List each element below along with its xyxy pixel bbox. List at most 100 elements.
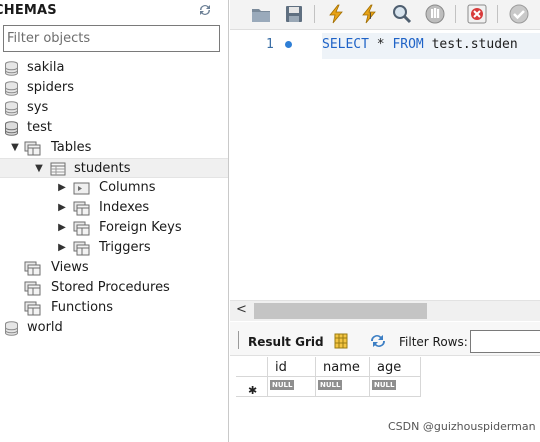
- schema-label: world: [27, 320, 63, 335]
- grid-header-row: id name age: [236, 357, 421, 377]
- tree-label: Triggers: [99, 240, 151, 255]
- collapsed-arrow-icon[interactable]: ▶: [57, 198, 67, 218]
- scroll-left-arrow-icon[interactable]: <: [236, 302, 247, 317]
- schema-item-world[interactable]: world: [0, 318, 228, 338]
- functions-folder-icon: [24, 301, 41, 316]
- schema-label: test: [27, 120, 52, 135]
- column-header-age[interactable]: age: [370, 357, 421, 377]
- null-badge: NULL: [318, 380, 343, 390]
- tree-label: students: [74, 161, 131, 176]
- tree-item-functions[interactable]: Functions: [0, 298, 228, 318]
- open-file-icon[interactable]: [250, 3, 272, 25]
- table-icon: [50, 162, 66, 176]
- tree-item-triggers[interactable]: ▶ Triggers: [0, 238, 228, 258]
- grid-cell-name[interactable]: NULL: [316, 377, 370, 397]
- commit-icon[interactable]: [508, 3, 530, 25]
- watermark: CSDN @guizhouspiderman: [388, 420, 536, 433]
- database-icon: [4, 81, 19, 96]
- column-header-name[interactable]: name: [316, 357, 370, 377]
- tree-item-foreign-keys[interactable]: ▶ Foreign Keys: [0, 218, 228, 238]
- statement-marker-icon: [285, 41, 292, 48]
- collapsed-arrow-icon[interactable]: ▶: [57, 238, 67, 258]
- database-icon: [4, 101, 19, 116]
- collapsed-arrow-icon[interactable]: ▶: [57, 178, 67, 198]
- tree-item-tables[interactable]: ▼ Tables: [0, 138, 228, 158]
- sql-keyword: FROM: [392, 37, 424, 52]
- filter-rows-input[interactable]: [470, 330, 540, 353]
- views-folder-icon: [24, 261, 41, 276]
- tree-item-columns[interactable]: ▶ Columns: [0, 178, 228, 198]
- current-line-highlight: SELECT * FROM test.studen: [322, 33, 540, 59]
- navigator-header: CHEMAS: [0, 0, 228, 22]
- column-header-id[interactable]: id: [268, 357, 316, 377]
- database-icon: [4, 121, 19, 136]
- tree-label: Columns: [99, 180, 156, 195]
- indexes-folder-icon: [73, 201, 90, 216]
- collapsed-arrow-icon[interactable]: ▶: [57, 218, 67, 238]
- save-icon[interactable]: [283, 3, 305, 25]
- refresh-schemas-icon[interactable]: [196, 2, 214, 18]
- toolbar-separator: [497, 5, 498, 23]
- grid-cell-age[interactable]: NULL: [370, 377, 421, 397]
- tree-item-students[interactable]: ▼ students: [0, 158, 228, 179]
- code-editor[interactable]: 1 SELECT * FROM test.studen: [230, 31, 540, 301]
- explain-icon[interactable]: [391, 3, 413, 25]
- database-icon: [4, 61, 19, 76]
- toolbar-separator: [314, 5, 315, 23]
- schema-label: spiders: [27, 80, 75, 95]
- schema-item-sakila[interactable]: sakila: [0, 58, 228, 78]
- schema-label: sys: [27, 100, 49, 115]
- sql-table-ref: test.studen: [423, 37, 518, 52]
- grid-view-icon[interactable]: [334, 333, 348, 349]
- tree-label: Views: [51, 260, 89, 275]
- tree-item-stored-procedures[interactable]: Stored Procedures: [0, 278, 228, 298]
- schema-label: sakila: [27, 60, 65, 75]
- null-badge: NULL: [270, 380, 295, 390]
- procedures-folder-icon: [24, 281, 41, 296]
- sql-editor-panel: I 1 SELECT * FROM test.studen < Result G…: [230, 0, 540, 442]
- row-indicator-header: [236, 357, 268, 377]
- refresh-results-icon[interactable]: [368, 333, 388, 349]
- triggers-folder-icon: [73, 241, 90, 256]
- schema-navigator: CHEMAS sakila spiders sys test ▼: [0, 0, 229, 442]
- foreign-keys-folder-icon: [73, 221, 90, 236]
- toolbar-separator: [455, 5, 456, 23]
- tree-label: Indexes: [99, 200, 150, 215]
- sql-keyword: SELECT: [322, 37, 369, 52]
- schema-item-sys[interactable]: sys: [0, 98, 228, 118]
- tables-folder-icon: [24, 141, 41, 156]
- result-toolbar: Result Grid Filter Rows:: [230, 322, 540, 356]
- toolbar-separator: [238, 331, 239, 349]
- tree-label: Stored Procedures: [51, 280, 170, 295]
- tree-label: Tables: [51, 140, 92, 155]
- result-grid-tab[interactable]: Result Grid: [248, 335, 324, 349]
- expanded-arrow-icon[interactable]: ▼: [10, 138, 20, 158]
- null-badge: NULL: [372, 380, 397, 390]
- execute-current-icon[interactable]: I: [358, 3, 380, 25]
- new-row-marker-icon: ✱: [248, 384, 258, 397]
- tree-label: Foreign Keys: [99, 220, 182, 235]
- navigator-title: CHEMAS: [0, 3, 57, 18]
- execute-icon[interactable]: [325, 3, 347, 25]
- columns-folder-icon: [73, 181, 90, 195]
- grid-cell-id[interactable]: NULL: [268, 377, 316, 397]
- schema-item-spiders[interactable]: spiders: [0, 78, 228, 98]
- stop-icon[interactable]: [424, 3, 446, 25]
- svg-text:I: I: [369, 12, 372, 22]
- horizontal-scrollbar[interactable]: <: [230, 300, 540, 321]
- tree-label: Functions: [51, 300, 114, 315]
- table-row[interactable]: NULL NULL NULL: [236, 377, 421, 397]
- expanded-arrow-icon[interactable]: ▼: [34, 159, 44, 179]
- schema-item-test[interactable]: test: [0, 118, 228, 138]
- tree-item-views[interactable]: Views: [0, 258, 228, 278]
- toggle-errors-icon[interactable]: [466, 3, 488, 25]
- line-number: 1: [266, 37, 274, 52]
- database-icon: [4, 321, 19, 336]
- tree-item-indexes[interactable]: ▶ Indexes: [0, 198, 228, 218]
- sql-star: *: [368, 37, 393, 52]
- sql-statement[interactable]: SELECT * FROM test.studen: [322, 37, 518, 52]
- scrollbar-thumb[interactable]: [254, 303, 427, 319]
- editor-toolbar: I: [230, 0, 540, 30]
- filter-rows-label: Filter Rows:: [399, 335, 468, 349]
- filter-objects-input[interactable]: [3, 25, 220, 52]
